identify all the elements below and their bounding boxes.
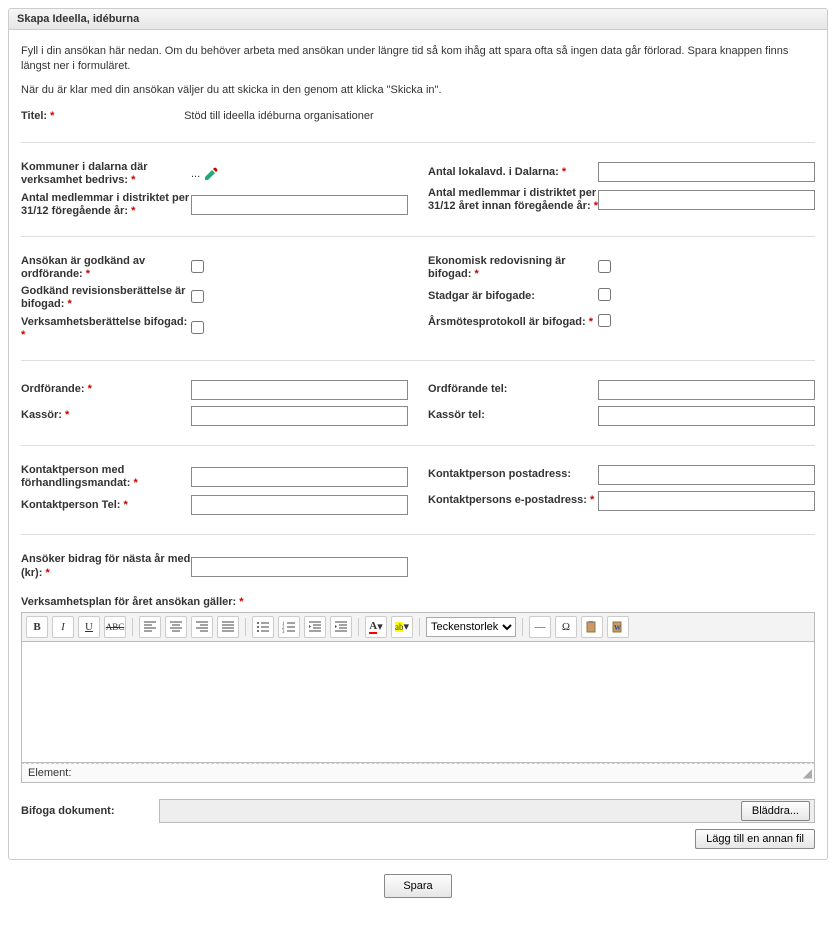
bullet-list-button[interactable]: [252, 616, 274, 638]
italic-button[interactable]: I: [52, 616, 74, 638]
intro-text-2: När du är klar med din ansökan väljer du…: [21, 83, 815, 98]
title-label: Titel:: [21, 110, 47, 122]
rte-toolbar: B I U ABC 123 A ▾ ab ▾ Teckenstorl: [21, 612, 815, 642]
title-row: Titel: * Stöd till ideella idéburna orga…: [21, 106, 815, 134]
required-marker: *: [131, 205, 135, 217]
intro-text-1: Fyll i din ansökan här nedan. Om du behö…: [21, 44, 815, 75]
checkbox-ekonomisk-redov[interactable]: [598, 260, 611, 273]
browse-button[interactable]: Bläddra...: [741, 801, 810, 821]
label-antal-lokalavd: Antal lokalavd. i Dalarna:: [428, 166, 559, 178]
align-center-button[interactable]: [165, 616, 187, 638]
input-antal-medl-innan[interactable]: [598, 190, 815, 210]
paste-button[interactable]: [581, 616, 603, 638]
label-kommuner: Kommuner i dalarna där verksamhet bedriv…: [21, 161, 148, 186]
label-verksamhetsplan: Verksamhetsplan för året ansökan gäller:: [21, 596, 236, 608]
required-marker: *: [589, 316, 593, 328]
outdent-button[interactable]: [304, 616, 326, 638]
label-kontakt-email: Kontaktpersons e-postadress:: [428, 494, 587, 506]
highlight-button[interactable]: ab ▾: [391, 616, 413, 638]
label-antal-medl-fg: Antal medlemmar i distriktet per 31/12 f…: [21, 192, 189, 217]
underline-button[interactable]: U: [78, 616, 100, 638]
form-panel: Skapa Ideella, idéburna Fyll i din ansök…: [8, 8, 828, 860]
required-marker: *: [133, 477, 137, 489]
label-ordforande-tel: Ordförande tel:: [428, 383, 507, 395]
label-kassor-tel: Kassör tel:: [428, 409, 485, 421]
rte-element-label: Element:: [28, 767, 71, 779]
required-marker: *: [86, 268, 90, 280]
file-input-track: Bläddra...: [159, 799, 815, 823]
label-antal-medl-innan: Antal medlemmar i distriktet per 31/12 å…: [428, 187, 596, 212]
text-color-button[interactable]: A ▾: [365, 616, 387, 638]
label-ansokan-godkand: Ansökan är godkänd av ordförande:: [21, 255, 145, 280]
hr-button[interactable]: —: [529, 616, 551, 638]
resize-handle-icon[interactable]: ◢: [803, 766, 812, 780]
picker-placeholder: ...: [191, 168, 200, 180]
label-stadgar: Stadgar är bifogade:: [428, 290, 535, 302]
label-kontakt-mandat: Kontaktperson med förhandlingsmandat:: [21, 464, 130, 489]
input-ordforande-tel[interactable]: [598, 380, 815, 400]
required-marker: *: [562, 166, 566, 178]
checkbox-verksamhet[interactable]: [191, 321, 204, 334]
svg-text:W: W: [614, 624, 621, 632]
label-arsmote: Årsmötesprotokoll är bifogad:: [428, 316, 586, 328]
input-antal-lokalavd[interactable]: [598, 162, 815, 182]
checkbox-stadgar[interactable]: [598, 288, 611, 301]
required-marker: *: [131, 174, 135, 186]
special-char-button[interactable]: Ω: [555, 616, 577, 638]
align-left-button[interactable]: [139, 616, 161, 638]
label-verksamhet: Verksamhetsberättelse bifogad:: [21, 316, 187, 328]
svg-text:3: 3: [282, 630, 285, 634]
title-value: Stöd till ideella idéburna organisatione…: [184, 110, 374, 122]
input-ordforande[interactable]: [191, 380, 408, 400]
align-justify-button[interactable]: [217, 616, 239, 638]
rte-editor[interactable]: [21, 642, 815, 763]
input-kassor[interactable]: [191, 406, 408, 426]
save-button[interactable]: Spara: [384, 874, 451, 898]
input-antal-medl-fg[interactable]: [191, 195, 408, 215]
required-marker: *: [88, 383, 92, 395]
required-marker: *: [590, 494, 594, 506]
required-marker: *: [474, 268, 478, 280]
input-kontakt-post[interactable]: [598, 465, 815, 485]
label-bifoga: Bifoga dokument:: [21, 805, 151, 817]
paste-word-button[interactable]: W: [607, 616, 629, 638]
font-size-select[interactable]: Teckenstorlek: [426, 617, 516, 637]
checkbox-godkand-revision[interactable]: [191, 290, 204, 303]
required-marker: *: [123, 499, 127, 511]
required-marker: *: [45, 567, 49, 579]
indent-button[interactable]: [330, 616, 352, 638]
edit-icon[interactable]: [203, 166, 219, 182]
number-list-button[interactable]: 123: [278, 616, 300, 638]
input-kassor-tel[interactable]: [598, 406, 815, 426]
bold-button[interactable]: B: [26, 616, 48, 638]
label-godkand-revision: Godkänd revisionsberättelse är bifogad:: [21, 285, 185, 310]
label-kontakt-tel: Kontaktperson Tel:: [21, 499, 120, 511]
required-marker: *: [21, 329, 25, 341]
rte-footer: Element: ◢: [21, 763, 815, 783]
label-kassor: Kassör:: [21, 409, 62, 421]
required-marker: *: [65, 409, 69, 421]
strike-button[interactable]: ABC: [104, 616, 126, 638]
required-marker: *: [239, 596, 243, 608]
label-ordforande: Ordförande:: [21, 383, 85, 395]
required-marker: *: [50, 110, 54, 122]
panel-header: Skapa Ideella, idéburna: [9, 9, 827, 30]
label-kontakt-post: Kontaktperson postadress:: [428, 468, 571, 480]
checkbox-arsmote[interactable]: [598, 314, 611, 327]
input-kontakt-mandat[interactable]: [191, 467, 408, 487]
align-right-button[interactable]: [191, 616, 213, 638]
input-kontakt-email[interactable]: [598, 491, 815, 511]
input-ansoker-bidrag[interactable]: [191, 557, 408, 577]
input-kontakt-tel[interactable]: [191, 495, 408, 515]
add-file-button[interactable]: Lägg till en annan fil: [695, 829, 815, 849]
required-marker: *: [67, 298, 71, 310]
label-ekonomisk-redov: Ekonomisk redovisning är bifogad:: [428, 255, 566, 280]
checkbox-ansokan-godkand[interactable]: [191, 260, 204, 273]
